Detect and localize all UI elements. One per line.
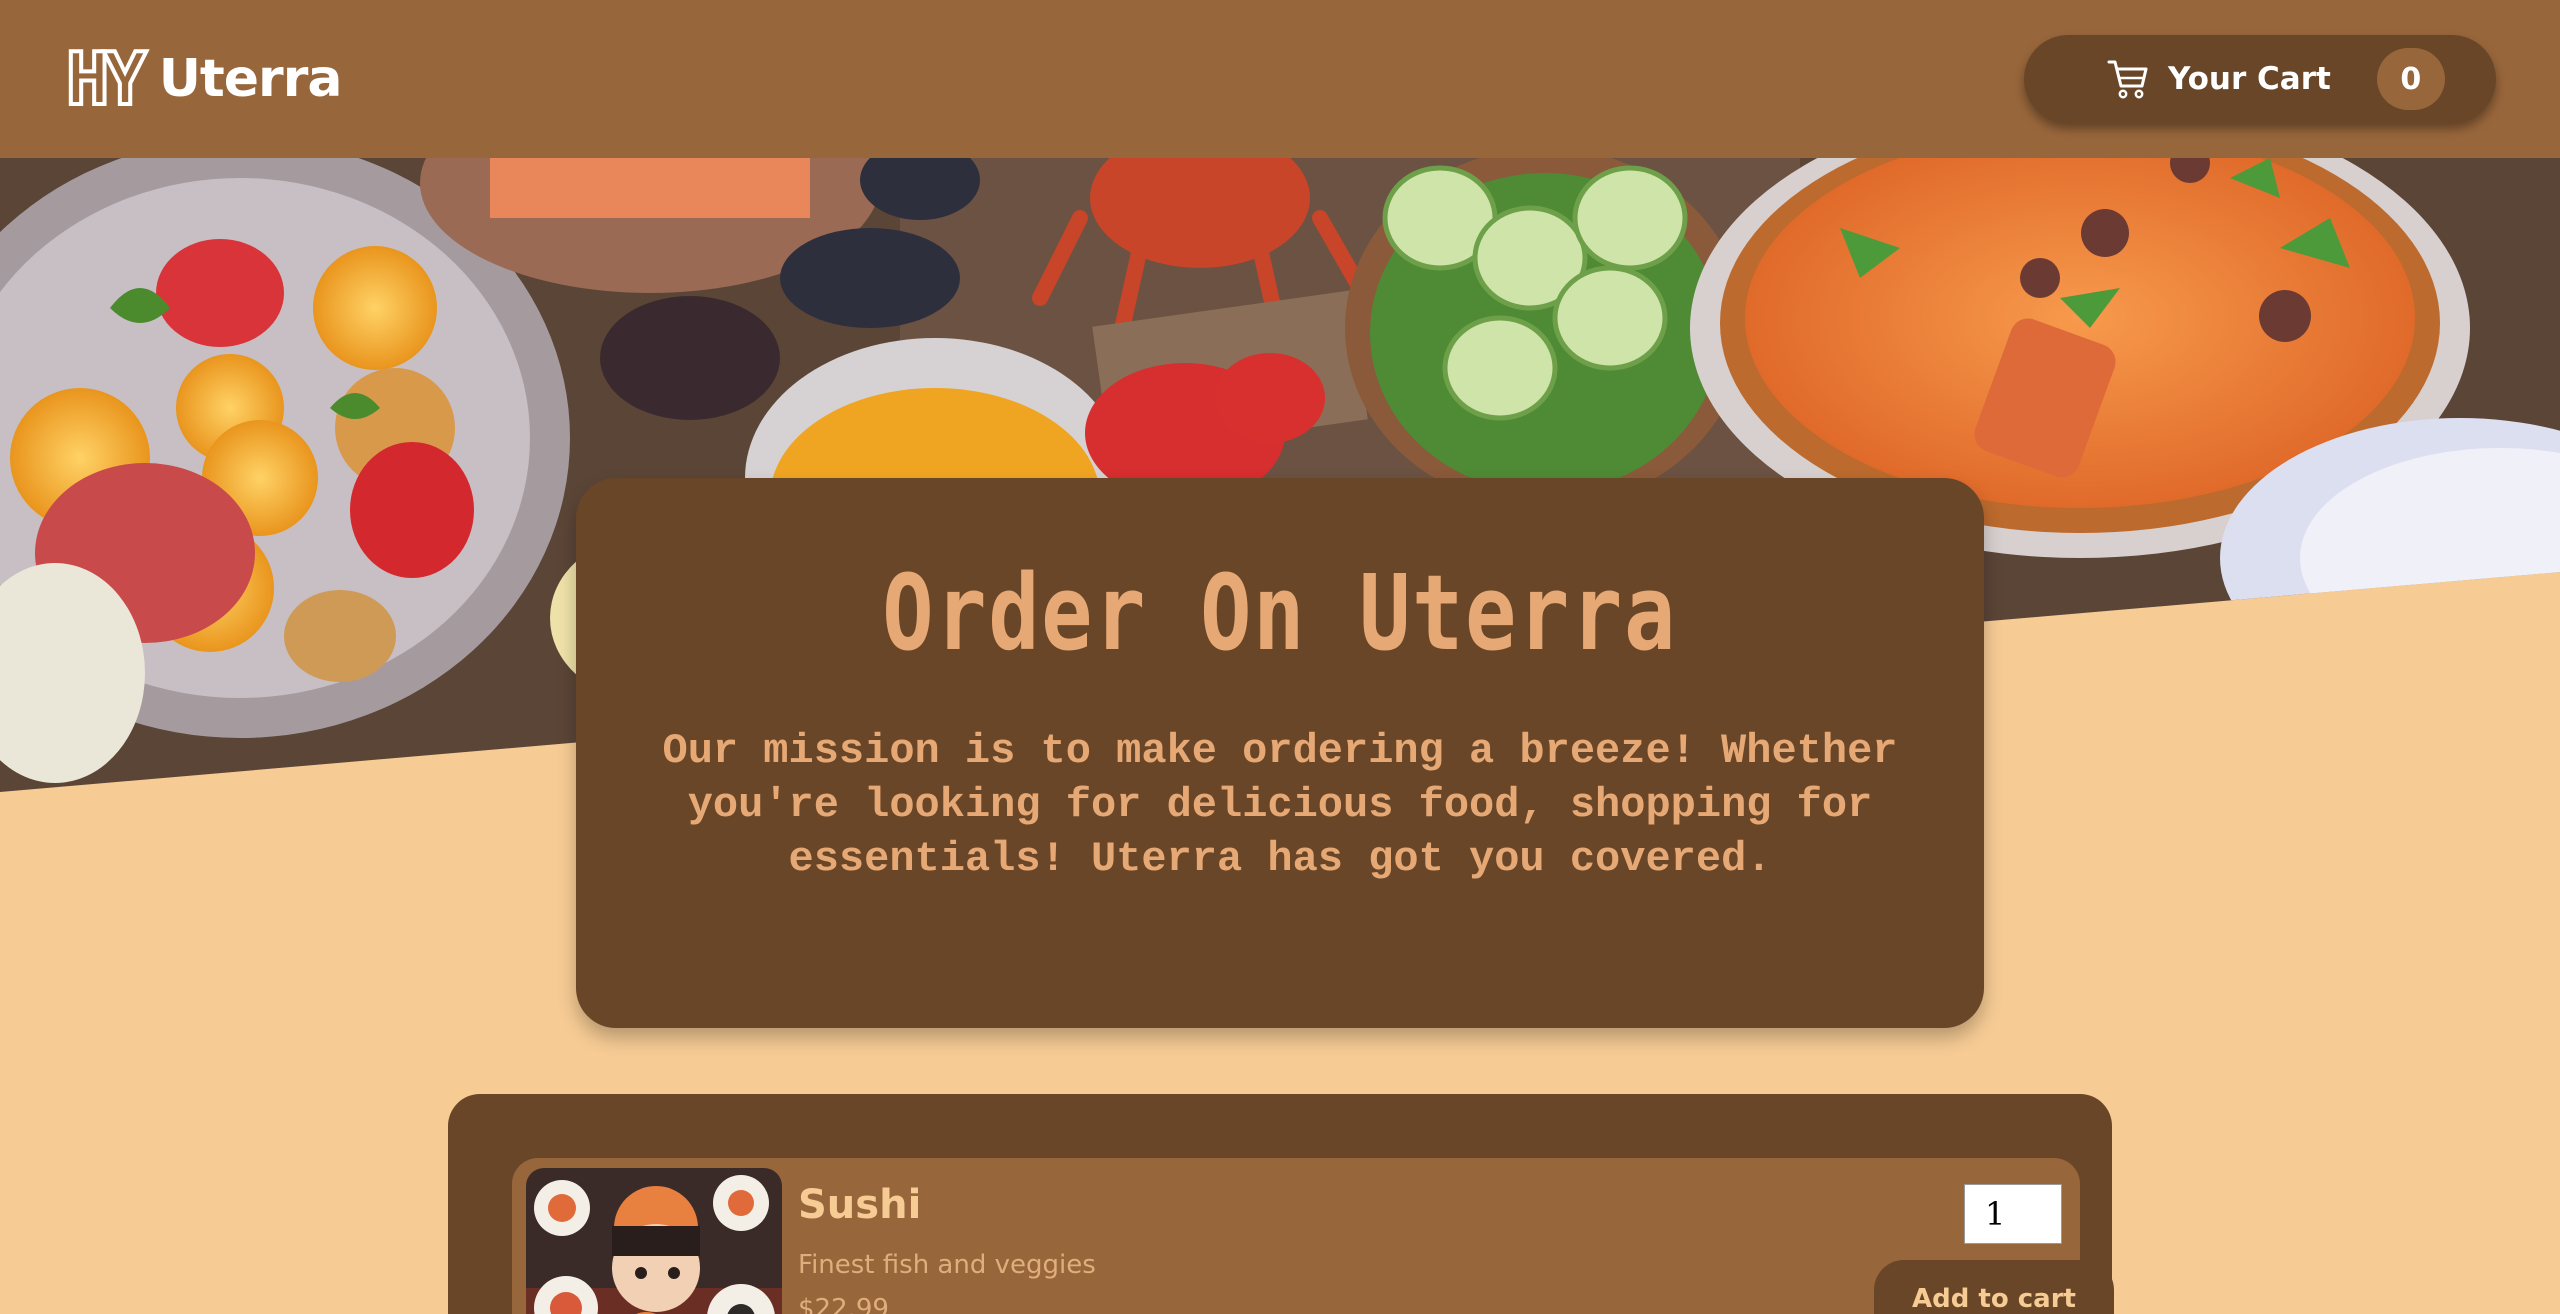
product-info: Sushi Finest fish and veggies $22.99: [798, 1168, 1096, 1314]
logo[interactable]: HY Uterra: [64, 37, 343, 121]
product-card: Sushi Finest fish and veggies $22.99 Add…: [512, 1158, 2114, 1314]
shopping-cart-icon: [2106, 57, 2150, 101]
add-to-cart-button[interactable]: Add to cart: [1874, 1260, 2114, 1314]
product-image: [526, 1168, 782, 1314]
cart-label: Your Cart: [2168, 61, 2331, 97]
page: HY Uterra Your Cart 0 Order On Uterra Ou…: [0, 0, 2560, 1314]
product-price: $22.99: [798, 1294, 889, 1314]
logo-icon: HY: [64, 37, 149, 121]
product-name: Sushi: [798, 1182, 922, 1228]
quantity-input[interactable]: [1964, 1184, 2062, 1244]
intro-card: Order On Uterra Our mission is to make o…: [576, 478, 1984, 1028]
cart-button[interactable]: Your Cart 0: [2024, 35, 2496, 123]
brand-name: Uterra: [158, 49, 343, 109]
product-description: Finest fish and veggies: [798, 1250, 1096, 1280]
site-header: HY Uterra Your Cart 0: [0, 0, 2560, 158]
product-list: Sushi Finest fish and veggies $22.99 Add…: [448, 1094, 2114, 1314]
cart-count-badge: 0: [2376, 48, 2445, 110]
intro-title: Order On Uterra: [882, 552, 1678, 674]
mission-text: Our mission is to make ordering a breeze…: [662, 727, 1898, 884]
